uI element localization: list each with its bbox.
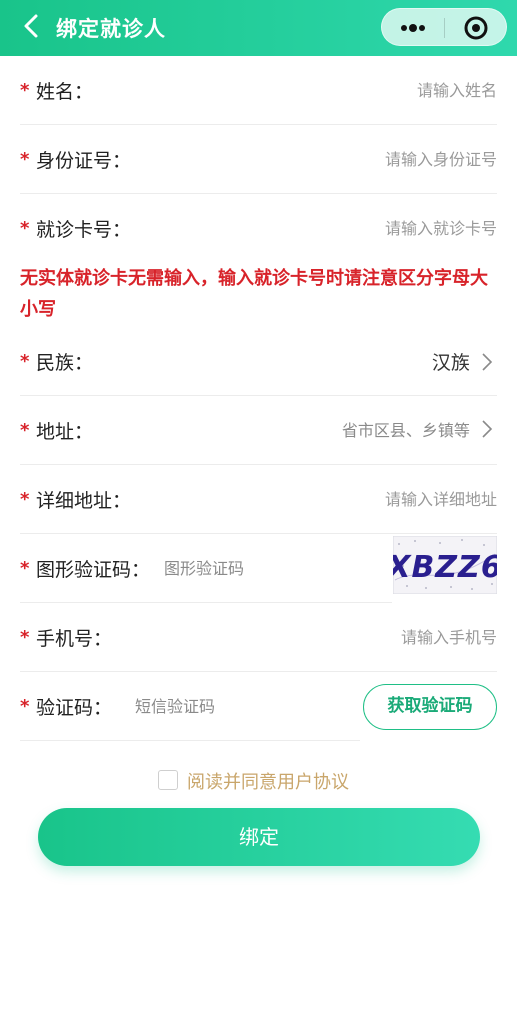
- id-number-row: * 身份证号：: [20, 125, 497, 194]
- name-row: * 姓名：: [20, 56, 497, 125]
- more-button[interactable]: [382, 9, 444, 47]
- bind-button[interactable]: 绑定: [38, 808, 480, 866]
- captcha-image[interactable]: XBZZ6: [385, 535, 502, 595]
- phone-input[interactable]: [197, 621, 497, 653]
- get-code-button[interactable]: 获取验证码: [363, 684, 497, 730]
- agreement-checkbox[interactable]: [158, 770, 178, 790]
- ethnicity-row: * 民族： 汉族: [20, 327, 497, 396]
- card-number-label: 就诊卡号：: [36, 219, 132, 241]
- required-mark: *: [20, 218, 30, 239]
- ethnicity-selector[interactable]: 汉族: [432, 348, 493, 375]
- ethnicity-value: 汉族: [431, 352, 470, 374]
- agreement-link[interactable]: 阅读并同意用户协议: [187, 768, 349, 794]
- address-selector[interactable]: 省市区县、乡镇等: [342, 417, 493, 441]
- sms-code-input[interactable]: [135, 690, 335, 722]
- sms-code-label: 验证码：: [36, 697, 113, 719]
- more-dots-icon: [401, 24, 425, 32]
- phone-row: * 手机号：: [20, 603, 497, 672]
- chevron-left-icon: [24, 14, 38, 38]
- required-mark: *: [20, 558, 30, 579]
- divider: [20, 740, 360, 741]
- address-detail-input[interactable]: [197, 483, 497, 515]
- captcha-input[interactable]: [164, 552, 364, 584]
- required-mark: *: [20, 149, 30, 170]
- required-mark: *: [20, 627, 30, 648]
- address-detail-row: * 详细地址：: [20, 465, 497, 534]
- page-title: 绑定就诊人: [56, 17, 166, 41]
- name-label: 姓名：: [36, 81, 94, 103]
- id-number-input[interactable]: [197, 143, 497, 175]
- captcha-text: XBZZ6: [393, 550, 497, 585]
- address-placeholder: 省市区县、乡镇等: [341, 421, 470, 440]
- nav-bar: 绑定就诊人: [0, 0, 517, 56]
- mini-program-capsule: [381, 8, 507, 46]
- required-mark: *: [20, 489, 30, 510]
- captcha-label: 图形验证码：: [36, 559, 151, 581]
- address-label: 地址：: [36, 421, 94, 443]
- required-mark: *: [20, 420, 30, 441]
- id-number-label: 身份证号：: [36, 150, 132, 172]
- required-mark: *: [20, 80, 30, 101]
- card-number-notice: 无实体就诊卡无需输入，输入就诊卡号时请注意区分字母大小写: [20, 268, 488, 320]
- card-number-input[interactable]: [197, 212, 497, 244]
- chevron-right-icon: [482, 420, 493, 438]
- card-number-row: * 就诊卡号：: [20, 194, 497, 263]
- required-mark: *: [20, 351, 30, 372]
- target-close-icon: [464, 16, 488, 40]
- back-button[interactable]: [18, 12, 46, 40]
- close-button[interactable]: [445, 9, 507, 47]
- address-row: * 地址： 省市区县、乡镇等: [20, 396, 497, 465]
- required-mark: *: [20, 696, 30, 717]
- sms-code-row: * 验证码： 获取验证码: [20, 672, 497, 741]
- chevron-right-icon: [482, 352, 493, 371]
- address-detail-label: 详细地址：: [36, 490, 132, 512]
- ethnicity-label: 民族：: [36, 352, 94, 374]
- name-input[interactable]: [197, 74, 497, 106]
- phone-label: 手机号：: [36, 628, 113, 650]
- captcha-row: * 图形验证码：: [20, 534, 392, 603]
